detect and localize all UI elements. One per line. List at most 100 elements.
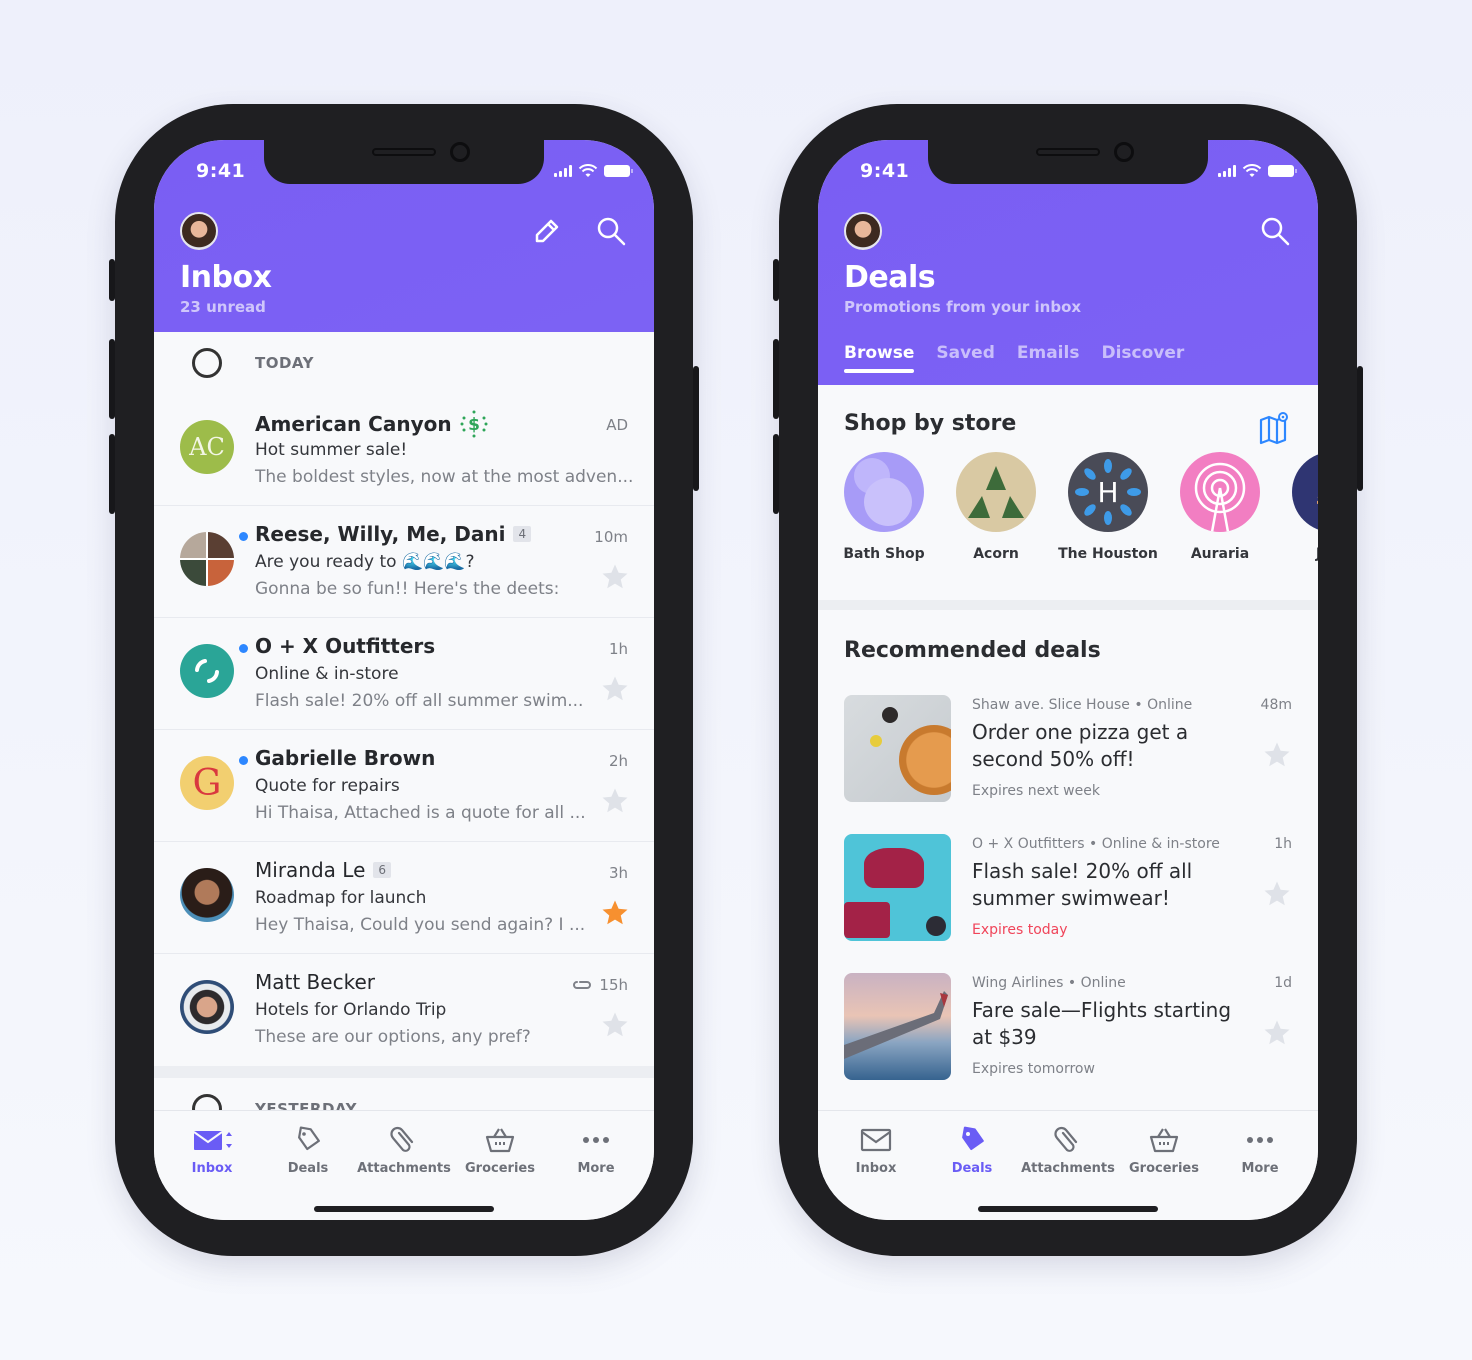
front-camera <box>450 142 470 162</box>
avatar-initials: AC <box>189 433 225 461</box>
star-icon[interactable] <box>600 674 630 704</box>
speaker <box>372 148 436 156</box>
search-icon[interactable] <box>1258 214 1292 248</box>
mute-switch <box>773 259 779 301</box>
tab-groceries[interactable]: Groceries <box>1116 1111 1212 1220</box>
store-item[interactable]: H The Houston <box>1058 452 1158 562</box>
unread-indicator <box>239 532 248 541</box>
tab-attachments[interactable]: Attachments <box>356 1111 452 1220</box>
home-indicator <box>978 1206 1158 1212</box>
message-sender: Matt Becker <box>255 970 375 994</box>
tab-emails[interactable]: Emails <box>1017 343 1080 373</box>
message-row[interactable]: AC American Canyon $ Hot summer sale! Th… <box>154 394 654 506</box>
time-text: 1h <box>608 640 628 658</box>
deal-store: Wing Airlines • Online <box>972 975 1126 991</box>
message-row[interactable]: Miranda Le 6 Roadmap for launch Hey Thai… <box>154 842 654 954</box>
tab-deals[interactable]: Deals <box>924 1111 1020 1220</box>
star-icon-filled[interactable] <box>600 898 630 928</box>
select-all-checkbox[interactable] <box>192 348 222 378</box>
tab-inbox[interactable]: Inbox <box>828 1111 924 1220</box>
jack-logo <box>1292 452 1318 532</box>
tab-more[interactable]: More <box>548 1111 644 1220</box>
deal-age: 48m <box>1260 697 1292 713</box>
svg-text:$: $ <box>468 415 480 435</box>
deal-card[interactable]: Wing Airlines • Online Fare sale—Flights… <box>844 973 1292 1112</box>
message-row[interactable]: Matt Becker Hotels for Orlando Trip Thes… <box>154 954 654 1066</box>
message-sender: Gabrielle Brown <box>255 746 435 770</box>
tab-saved[interactable]: Saved <box>936 343 995 373</box>
message-row[interactable]: Reese, Willy, Me, Dani 4 Are you ready t… <box>154 506 654 618</box>
sender-avatar <box>180 644 234 698</box>
tab-attachments[interactable]: Attachments <box>1020 1111 1116 1220</box>
store-item[interactable]: Acorn <box>956 452 1036 562</box>
ad-text: AD <box>606 416 628 434</box>
notch <box>928 140 1208 184</box>
star-icon[interactable] <box>600 562 630 592</box>
bottom-tab-bar: Inbox Deals Attachments Groceries More <box>154 1110 654 1220</box>
tab-deals[interactable]: Deals <box>260 1111 356 1220</box>
volume-up-button <box>109 339 115 419</box>
star-icon[interactable] <box>1262 879 1292 909</box>
message-snippet: Hi Thaisa, Attached is a quote for all .… <box>255 803 586 823</box>
store-item[interactable]: Bath Shop <box>843 452 925 562</box>
message-sender: Reese, Willy, Me, Dani 4 <box>255 522 532 546</box>
dollar-sparkle-icon: $ <box>460 410 488 438</box>
sender-avatar: AC <box>180 420 234 474</box>
message-row[interactable]: G Gabrielle Brown Quote for repairs Hi T… <box>154 730 654 842</box>
ad-label: AD <box>606 416 628 434</box>
message-row[interactable]: O + X Outfitters Online & in-store Flash… <box>154 618 654 730</box>
store-name: Jack <box>1272 546 1318 562</box>
bottom-tab-bar: Inbox Deals Attachments Groceries More <box>818 1110 1318 1220</box>
store-item[interactable]: Jack <box>1292 452 1318 562</box>
the-houston-logo: H <box>1068 452 1148 532</box>
battery-icon <box>1268 165 1297 177</box>
group-avatar <box>180 532 234 586</box>
tab-more[interactable]: More <box>1212 1111 1308 1220</box>
map-icon[interactable] <box>1258 411 1292 445</box>
tab-browse[interactable]: Browse <box>844 343 915 373</box>
store-carousel[interactable]: Bath Shop Acorn H The Houston Auraria <box>843 452 1318 562</box>
notch <box>264 140 544 184</box>
signal-icon <box>554 165 572 177</box>
front-camera <box>1114 142 1134 162</box>
message-time: 10m <box>594 528 628 546</box>
star-icon[interactable] <box>1262 740 1292 770</box>
page-subtitle: Promotions from your inbox <box>844 298 1082 316</box>
star-icon[interactable] <box>600 1010 630 1040</box>
deal-card[interactable]: O + X Outfitters • Online & in-store Fla… <box>844 834 1292 973</box>
tab-groceries[interactable]: Groceries <box>452 1111 548 1220</box>
tab-discover[interactable]: Discover <box>1101 343 1184 373</box>
star-icon[interactable] <box>1262 1018 1292 1048</box>
sender-name: Matt Becker <box>255 970 375 994</box>
paperclip-icon <box>1054 1126 1078 1152</box>
star-icon[interactable] <box>600 786 630 816</box>
store-name: The Houston <box>1058 546 1158 562</box>
message-time: 1h <box>609 640 628 658</box>
deal-image-pizza <box>844 695 951 802</box>
message-time: 15h <box>571 976 628 994</box>
tab-inbox[interactable]: Inbox <box>164 1111 260 1220</box>
basket-icon <box>485 1128 515 1153</box>
section-header-today: TODAY <box>154 332 654 394</box>
acorn-logo <box>956 452 1036 532</box>
wifi-icon <box>1242 164 1262 177</box>
recommended-deals-section: Recommended deals Shaw ave. Slice House … <box>818 610 1318 1130</box>
deal-card[interactable]: Shaw ave. Slice House • Online Order one… <box>844 695 1292 834</box>
search-icon[interactable] <box>594 214 628 248</box>
time-text: 10m <box>594 528 628 546</box>
account-avatar[interactable] <box>844 212 882 250</box>
message-sender: O + X Outfitters <box>255 634 435 658</box>
speaker <box>1036 148 1100 156</box>
store-item[interactable]: Auraria <box>1180 452 1260 562</box>
store-name: Auraria <box>1190 546 1250 562</box>
thread-count-badge: 6 <box>373 862 392 878</box>
deal-age: 1h <box>1274 836 1292 852</box>
store-name: Bath Shop <box>843 546 925 562</box>
message-subject: Are you ready to 🌊🌊🌊? <box>255 552 475 572</box>
volume-down-button <box>773 434 779 514</box>
compose-icon[interactable] <box>530 214 564 248</box>
account-avatar[interactable] <box>180 212 218 250</box>
page-title: Deals <box>844 260 936 295</box>
tab-label: Attachments <box>1021 1161 1115 1176</box>
more-icon <box>583 1137 609 1143</box>
